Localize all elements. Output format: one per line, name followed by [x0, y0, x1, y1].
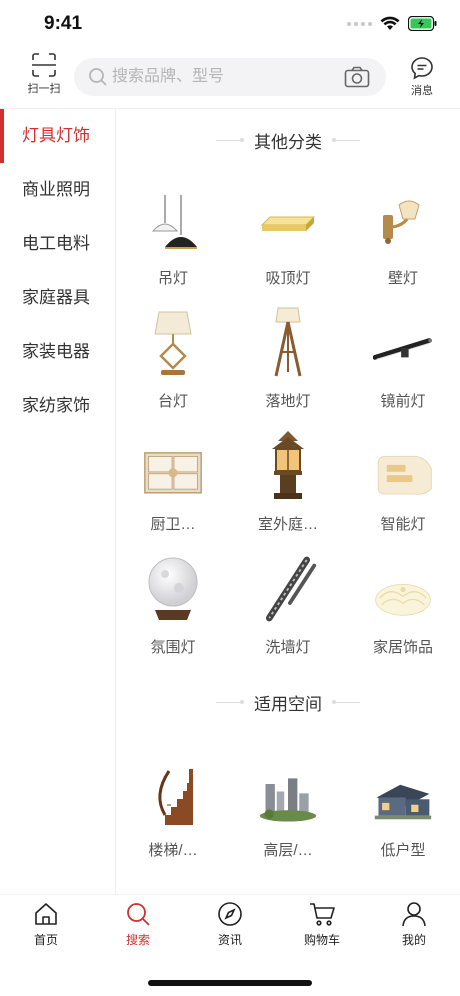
kitchen-bath-lamp-icon: [143, 427, 203, 501]
category-label: 落地灯: [265, 393, 311, 410]
wall-washer-icon: [258, 550, 318, 624]
wall-lamp-icon: [373, 181, 433, 255]
section-divider-left: [216, 699, 244, 704]
high-rise-icon: [258, 753, 318, 827]
mirror-lamp-icon: [373, 304, 433, 378]
tab-label: 我的: [401, 933, 426, 947]
scan-icon: [32, 53, 56, 77]
compass-icon: [218, 902, 242, 926]
sidebar-item-commercial-lighting[interactable]: 商业照明: [0, 163, 115, 217]
category-item[interactable]: 吸顶灯: [231, 181, 345, 299]
sidebar-item-home-textiles[interactable]: 家纺家饰: [0, 379, 115, 433]
profile-icon: [402, 902, 426, 927]
bottom-tab-bar: 首页 搜索 资讯 购物车 我的: [0, 894, 460, 962]
category-label: 壁灯: [387, 270, 418, 287]
category-item[interactable]: 壁灯: [346, 181, 460, 299]
category-label: 吊灯: [157, 270, 188, 287]
section-divider-right: [332, 699, 360, 704]
wifi-icon: [380, 16, 400, 30]
category-label: 镜前灯: [380, 393, 426, 410]
ceiling-lamp-icon: [258, 181, 318, 255]
battery-charging-icon: [408, 16, 437, 31]
category-item[interactable]: 镜前灯: [346, 304, 460, 422]
status-icons: [347, 16, 438, 31]
tab-profile[interactable]: 我的: [368, 895, 460, 962]
top-header: 扫一扫 消息: [0, 48, 460, 106]
signal-dots-icon: [347, 21, 372, 26]
category-item[interactable]: 吊灯: [116, 181, 230, 299]
category-sidebar: 灯具灯饰 商业照明 电工电料 家庭器具 家装电器 家纺家饰: [0, 109, 116, 894]
tab-search[interactable]: 搜索: [92, 895, 184, 962]
tab-label: 搜索: [125, 933, 150, 947]
category-item[interactable]: 室外庭…: [231, 427, 345, 545]
sidebar-item-household-appliances[interactable]: 家庭器具: [0, 271, 115, 325]
category-item[interactable]: 智能灯: [346, 427, 460, 545]
tab-cart[interactable]: 购物车: [276, 895, 368, 962]
tab-label: 首页: [33, 933, 58, 947]
search-bar[interactable]: [74, 58, 386, 96]
scan-button[interactable]: 扫一扫: [22, 52, 66, 96]
low-rise-house-icon: [373, 753, 433, 827]
sidebar-item-home-electronics[interactable]: 家装电器: [0, 325, 115, 379]
category-label: 吸顶灯: [265, 270, 311, 287]
messages-button[interactable]: 消息: [402, 56, 442, 98]
scan-label: 扫一扫: [27, 83, 61, 95]
pendant-lamp-icon: [143, 181, 203, 255]
status-time: 9:41: [44, 13, 83, 34]
tab-label: 购物车: [303, 933, 340, 947]
category-label: 台灯: [157, 393, 188, 410]
home-decor-icon: [373, 550, 433, 624]
table-lamp-icon: [143, 304, 203, 378]
home-icon: [35, 903, 57, 925]
section-header-applicable-spaces: 适用空间: [116, 687, 460, 717]
category-item[interactable]: 低户型: [346, 753, 460, 871]
section-title: 其他分类: [254, 132, 322, 152]
category-label: 洗墙灯: [265, 639, 311, 656]
category-label: 高层/…: [263, 842, 313, 859]
section-title: 适用空间: [254, 694, 322, 714]
category-content: 其他分类 吊灯 吸顶灯 壁灯 台灯 落地灯 镜前灯 厨卫… 室外庭… 智能灯 氛…: [116, 109, 460, 894]
sidebar-item-lighting[interactable]: 灯具灯饰: [0, 109, 115, 163]
message-bubble-icon: [411, 57, 433, 80]
section-divider-right: [332, 137, 360, 142]
cart-icon: [310, 903, 335, 926]
category-item[interactable]: 厨卫…: [116, 427, 230, 545]
status-bar: 9:41: [0, 0, 460, 48]
category-item[interactable]: 家居饰品: [346, 550, 460, 668]
section-divider-left: [216, 137, 244, 142]
category-label: 厨卫…: [150, 516, 196, 533]
tab-news[interactable]: 资讯: [184, 895, 276, 962]
search-input[interactable]: [112, 58, 332, 96]
category-label: 氛围灯: [150, 639, 196, 656]
camera-icon[interactable]: [344, 66, 370, 88]
smart-lamp-icon: [373, 427, 433, 501]
tab-home[interactable]: 首页: [0, 895, 92, 962]
category-item[interactable]: 高层/…: [231, 753, 345, 871]
sidebar-item-electrical[interactable]: 电工电料: [0, 217, 115, 271]
search-icon: [127, 903, 150, 926]
category-item[interactable]: 楼梯/…: [116, 753, 230, 871]
category-label: 家居饰品: [372, 639, 433, 656]
category-item[interactable]: 氛围灯: [116, 550, 230, 668]
category-item[interactable]: 台灯: [116, 304, 230, 422]
category-label: 楼梯/…: [148, 842, 198, 859]
category-item[interactable]: 落地灯: [231, 304, 345, 422]
home-indicator: [148, 980, 312, 986]
category-label: 低户型: [380, 842, 426, 859]
tab-label: 资讯: [217, 933, 242, 947]
category-item[interactable]: 洗墙灯: [231, 550, 345, 668]
messages-label: 消息: [411, 85, 433, 97]
search-icon: [89, 68, 107, 86]
category-label: 室外庭…: [257, 516, 318, 533]
section-header-other-categories: 其他分类: [116, 125, 460, 155]
category-label: 智能灯: [380, 516, 426, 533]
outdoor-lamp-icon: [258, 427, 318, 501]
ambient-lamp-icon: [143, 550, 203, 624]
staircase-icon: [143, 753, 203, 827]
floor-lamp-icon: [258, 304, 318, 378]
